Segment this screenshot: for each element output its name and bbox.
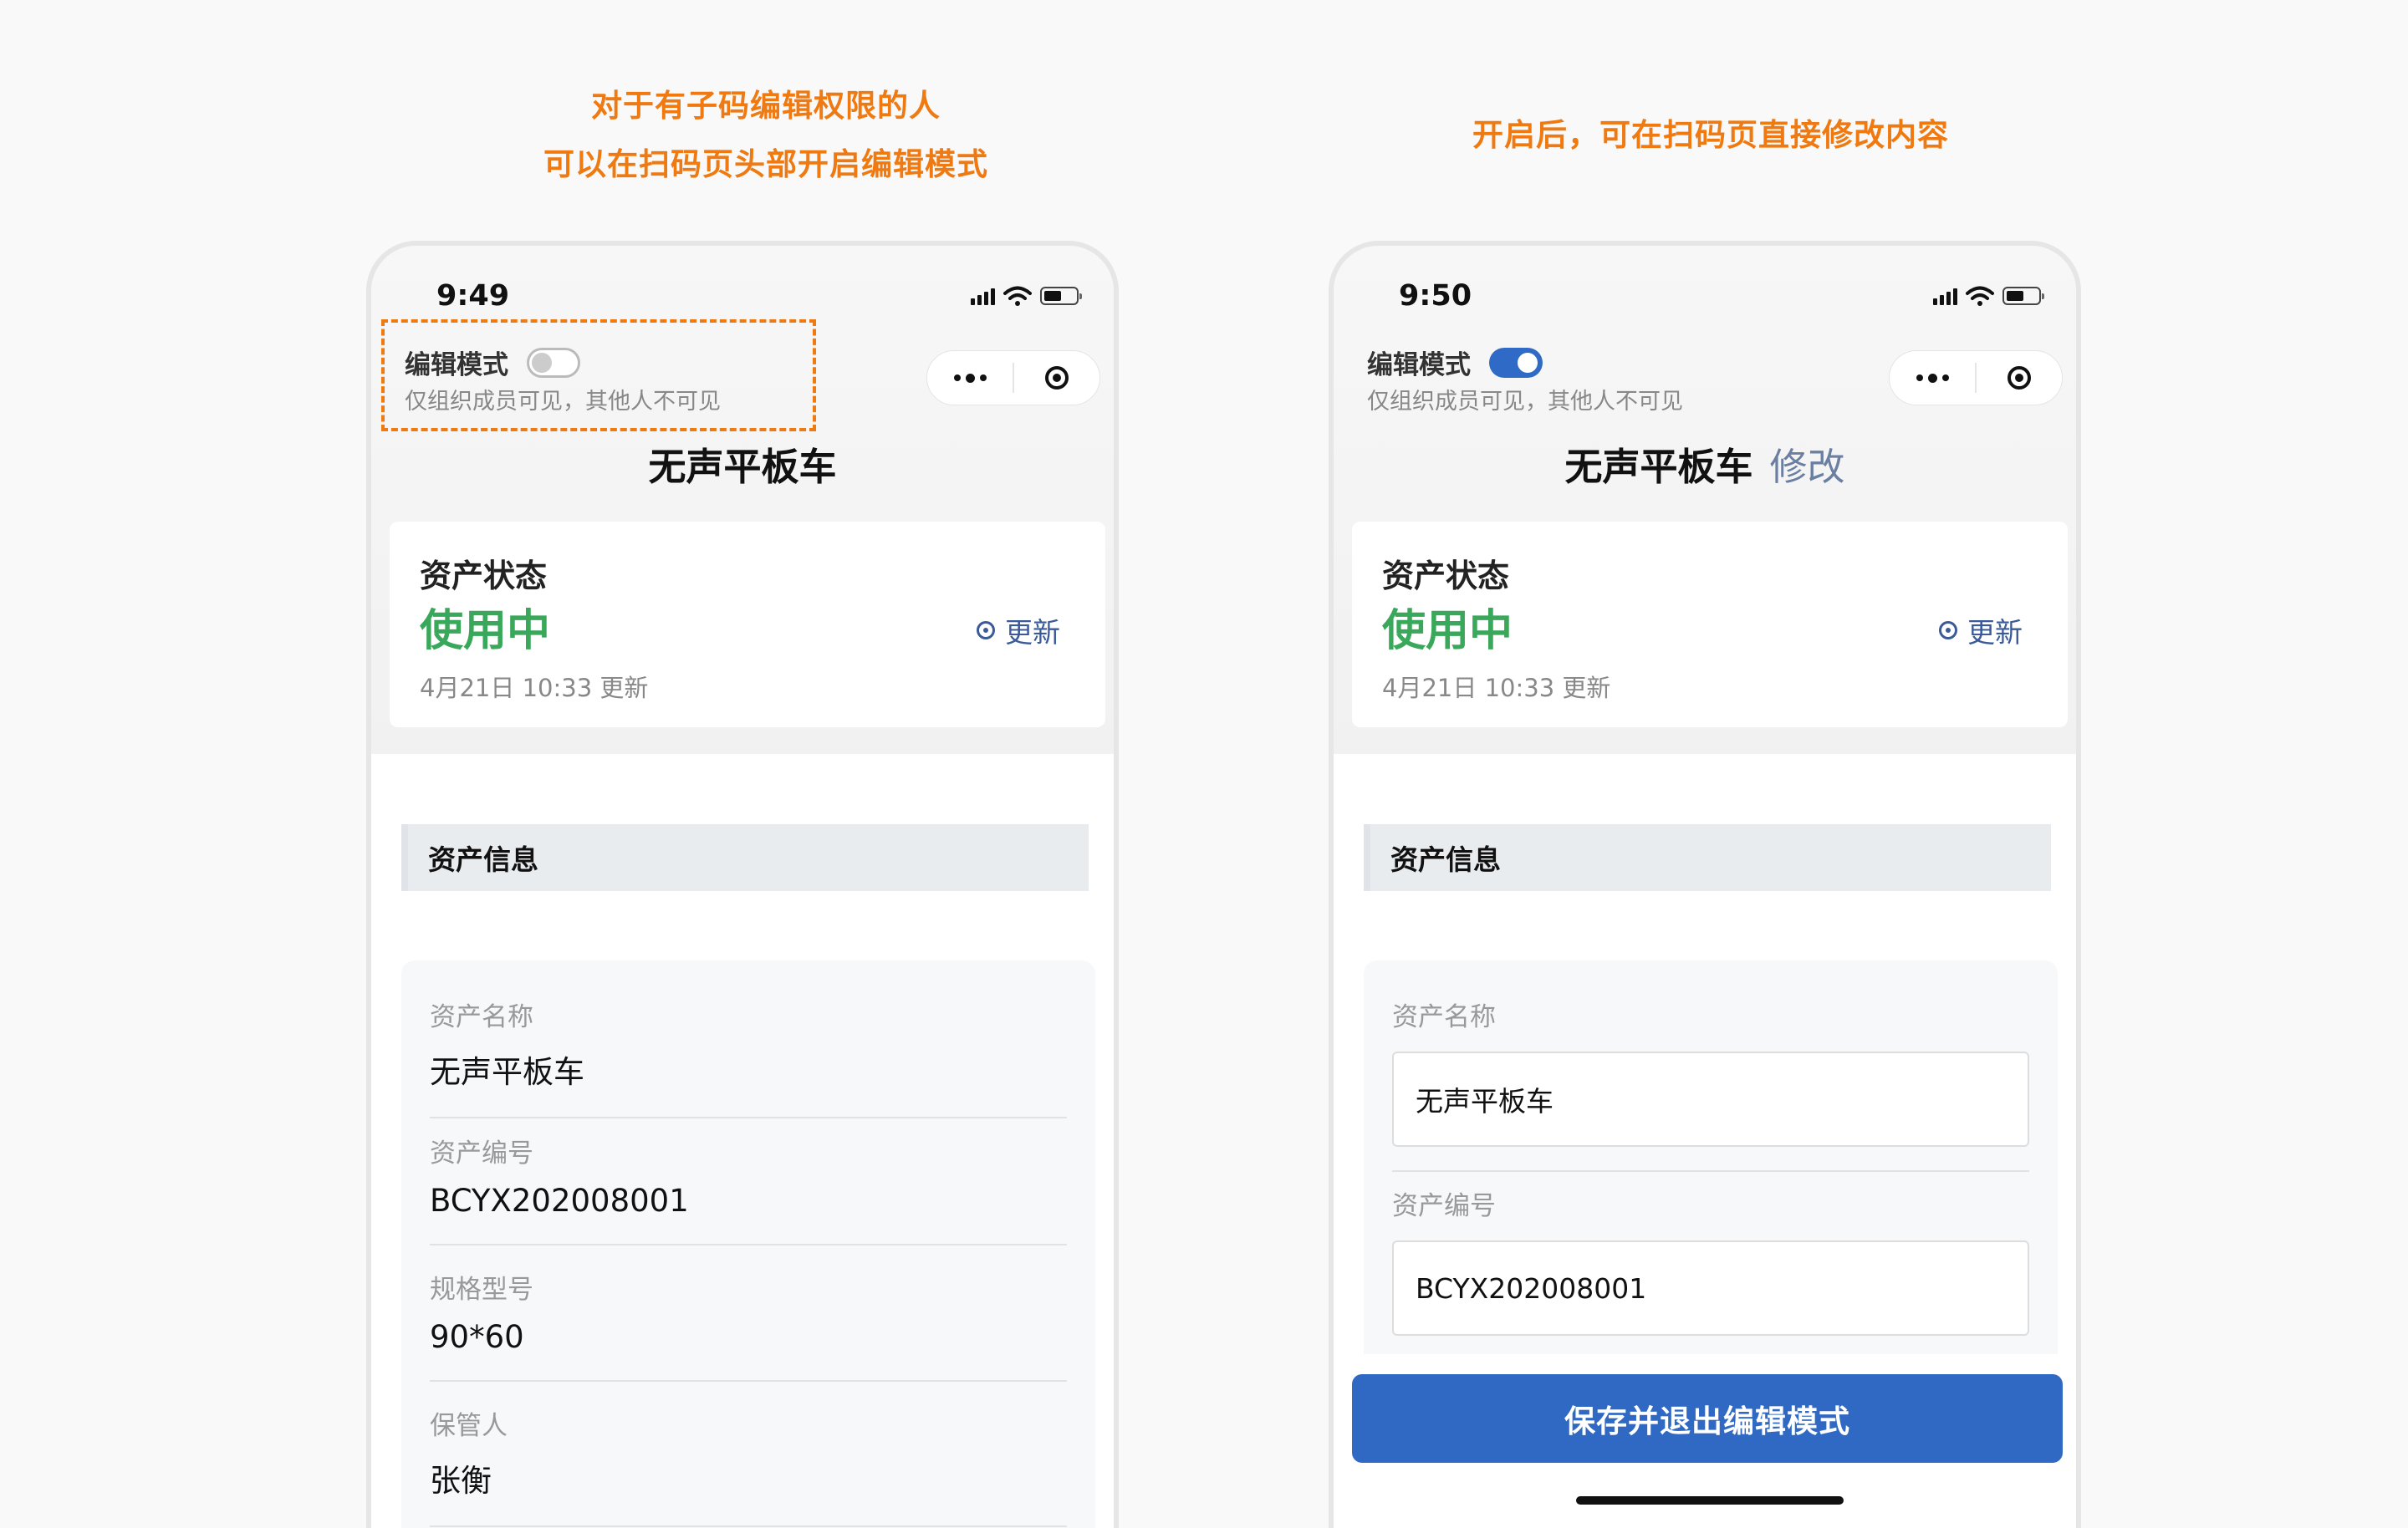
status-label: 资产状态 bbox=[420, 558, 548, 594]
asset-info-card: 资产名称 无声平板车 资产编号 BCYX202008001 规格型号 90*60… bbox=[401, 960, 1095, 1528]
field-asset-name: 资产名称 无声平板车 bbox=[430, 996, 1067, 1118]
highlight-box bbox=[381, 319, 816, 431]
field-label: 资产名称 bbox=[430, 1002, 533, 1032]
phone-edit-off: 9:49 编辑模式 仅组织成员可见，其他人不可见 无声平板车 资产状态 使用中 … bbox=[366, 241, 1119, 1528]
update-button-label: 更新 bbox=[1967, 616, 2023, 649]
field-divider bbox=[430, 1117, 1067, 1118]
field-value: BCYX202008001 bbox=[430, 1183, 689, 1219]
edit-mode-row: 编辑模式 bbox=[1367, 344, 1543, 381]
phone-edit-on: 9:50 编辑模式 仅组织成员可见，其他人不可见 无声平板车 修改 资产状态 使用… bbox=[1329, 241, 2081, 1528]
wifi-icon bbox=[1966, 286, 1994, 306]
status-update-time: 4月21日 10:33 更新 bbox=[420, 674, 649, 702]
asset-name-input[interactable]: 无声平板车 bbox=[1392, 1052, 2029, 1147]
field-value: 张衡 bbox=[430, 1463, 492, 1499]
status-update-time: 4月21日 10:33 更新 bbox=[1382, 674, 1611, 702]
mini-program-capsule bbox=[1889, 350, 2063, 405]
field-value: 无声平板车 bbox=[430, 1054, 584, 1090]
edit-mode-label: 编辑模式 bbox=[1367, 350, 1471, 380]
field-label: 资产名称 bbox=[1392, 1002, 1496, 1032]
left-caption: 对于有子码编辑权限的人 可以在扫码页头部开启编辑模式 bbox=[365, 77, 1167, 194]
field-label: 资产编号 bbox=[1392, 1191, 1496, 1221]
field-asset-code: 资产编号 BCYX202008001 bbox=[1392, 1184, 2029, 1361]
signal-icon bbox=[971, 287, 995, 305]
section-asset-info: 资产信息 bbox=[1364, 824, 2051, 891]
left-caption-line2: 可以在扫码页头部开启编辑模式 bbox=[543, 146, 988, 182]
page-title-text: 无声平板车 bbox=[1564, 445, 1753, 489]
home-indicator bbox=[1576, 1496, 1844, 1505]
refresh-icon bbox=[977, 621, 995, 639]
right-caption: 开启后，可在扫码页直接修改内容 bbox=[1472, 117, 1949, 153]
field-label: 规格型号 bbox=[430, 1275, 533, 1305]
field-divider bbox=[430, 1380, 1067, 1382]
field-divider bbox=[1392, 1170, 2029, 1172]
page-title: 无声平板车 修改 bbox=[1334, 436, 2076, 491]
more-icon bbox=[1916, 373, 1949, 383]
edit-mode-toggle[interactable] bbox=[1489, 347, 1543, 378]
field-asset-name: 资产名称 无声平板车 bbox=[1392, 996, 2029, 1172]
more-button[interactable] bbox=[1890, 351, 1975, 405]
close-button[interactable] bbox=[1977, 351, 2062, 405]
target-icon bbox=[1045, 366, 1069, 390]
field-spec-model: 规格型号 90*60 bbox=[430, 1268, 1067, 1382]
status-icons bbox=[971, 286, 1082, 306]
edit-mode-hint: 仅组织成员可见，其他人不可见 bbox=[1367, 389, 1683, 415]
more-button[interactable] bbox=[927, 351, 1013, 405]
signal-icon bbox=[1933, 287, 1957, 305]
update-button[interactable]: 更新 bbox=[1939, 610, 2023, 650]
field-value: 90*60 bbox=[430, 1319, 524, 1355]
status-value: 使用中 bbox=[1382, 606, 1513, 656]
field-divider bbox=[430, 1244, 1067, 1245]
battery-icon bbox=[1040, 287, 1082, 305]
refresh-icon bbox=[1939, 621, 1957, 639]
more-icon bbox=[953, 373, 987, 383]
asset-code-input[interactable]: BCYX202008001 bbox=[1392, 1240, 2029, 1336]
edit-title-link[interactable]: 修改 bbox=[1770, 445, 1845, 489]
target-icon bbox=[2008, 366, 2031, 390]
save-exit-edit-button[interactable]: 保存并退出编辑模式 bbox=[1352, 1374, 2063, 1463]
field-label: 资产编号 bbox=[430, 1138, 533, 1169]
wifi-icon bbox=[1003, 286, 1032, 306]
status-time: 9:50 bbox=[1399, 279, 1472, 313]
status-time: 9:49 bbox=[436, 279, 510, 313]
asset-status-card: 资产状态 使用中 4月21日 10:33 更新 更新 bbox=[390, 522, 1105, 727]
page-title: 无声平板车 bbox=[371, 436, 1114, 491]
left-caption-line1: 对于有子码编辑权限的人 bbox=[591, 88, 941, 124]
update-button-label: 更新 bbox=[1005, 616, 1060, 649]
page-title-text: 无声平板车 bbox=[648, 445, 837, 489]
update-button[interactable]: 更新 bbox=[977, 610, 1060, 650]
field-asset-code: 资产编号 BCYX202008001 bbox=[430, 1132, 1067, 1245]
field-custodian: 保管人 张衡 bbox=[430, 1404, 1067, 1527]
status-value: 使用中 bbox=[420, 606, 551, 656]
status-icons bbox=[1933, 286, 2044, 306]
field-label: 保管人 bbox=[430, 1411, 508, 1441]
section-asset-info: 资产信息 bbox=[401, 824, 1089, 891]
asset-status-card: 资产状态 使用中 4月21日 10:33 更新 更新 bbox=[1352, 522, 2068, 727]
mini-program-capsule bbox=[926, 350, 1100, 405]
close-button[interactable] bbox=[1014, 351, 1099, 405]
battery-icon bbox=[2002, 287, 2044, 305]
status-label: 资产状态 bbox=[1382, 558, 1510, 594]
field-divider bbox=[430, 1525, 1067, 1527]
